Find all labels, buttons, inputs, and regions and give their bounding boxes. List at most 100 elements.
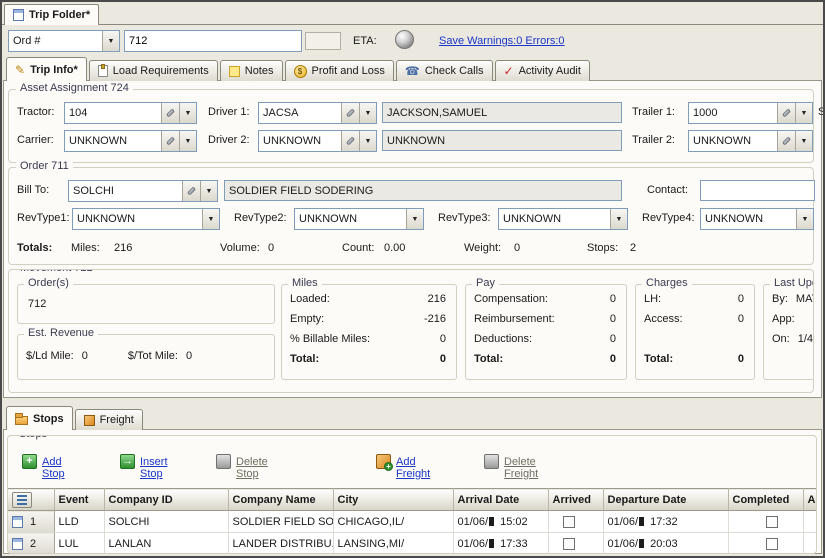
- order-number-type-value[interactable]: Ord #: [9, 31, 102, 51]
- col-city[interactable]: City: [333, 489, 453, 511]
- order-number-type-dropdown-button[interactable]: ▼: [102, 31, 119, 51]
- driver2-name-field[interactable]: UNKNOWN: [382, 130, 622, 151]
- cell-arrival-date[interactable]: 01/06/17:33: [453, 533, 548, 555]
- sort-button[interactable]: [12, 492, 32, 508]
- tab-load-requirements[interactable]: Load Requirements: [89, 60, 218, 81]
- cell-arrived[interactable]: [548, 511, 603, 533]
- trailer1-combo[interactable]: 1000 ▼: [688, 102, 813, 124]
- carrier-lookup-button[interactable]: [161, 131, 179, 151]
- cell-departure-date[interactable]: 01/06/20:03: [603, 533, 728, 555]
- carrier-combo[interactable]: UNKNOWN ▼: [64, 130, 197, 152]
- cell-arrived[interactable]: [548, 533, 603, 555]
- tractor-combo[interactable]: 104 ▼: [64, 102, 197, 124]
- billto-lookup-button[interactable]: [182, 181, 200, 201]
- insert-stop-icon[interactable]: →: [120, 454, 135, 469]
- cell-completed[interactable]: [728, 511, 803, 533]
- cell-company-id[interactable]: LANLAN: [104, 533, 228, 555]
- billto-dropdown-button[interactable]: ▼: [200, 181, 217, 201]
- revtype4-combo[interactable]: UNKNOWN ▼: [700, 208, 814, 230]
- trailer1-value[interactable]: 1000: [689, 103, 777, 123]
- tab-profit-and-loss[interactable]: $ Profit and Loss: [285, 60, 394, 81]
- trailer1-lookup-button[interactable]: [777, 103, 795, 123]
- driver2-lookup-button[interactable]: [341, 131, 359, 151]
- add-stop-icon[interactable]: +: [22, 454, 37, 469]
- completed-checkbox[interactable]: [766, 516, 778, 528]
- order-number-input[interactable]: [124, 30, 302, 52]
- carrier-dropdown-button[interactable]: ▼: [179, 131, 196, 151]
- order-number-type-combo[interactable]: Ord # ▼: [8, 30, 120, 52]
- cell-city[interactable]: CHICAGO,IL/: [333, 511, 453, 533]
- revtype1-combo[interactable]: UNKNOWN ▼: [72, 208, 220, 230]
- cell-city[interactable]: LANSING,MI/: [333, 533, 453, 555]
- save-warnings-link[interactable]: Save Warnings:0 Errors:0: [439, 35, 565, 47]
- driver1-lookup-button[interactable]: [341, 103, 359, 123]
- cell-company-name[interactable]: SOLDIER FIELD SO...: [228, 511, 333, 533]
- tab-activity-audit[interactable]: ✓ Activity Audit: [495, 60, 590, 81]
- col-completed[interactable]: Completed: [728, 489, 803, 511]
- revtype3-value[interactable]: UNKNOWN: [499, 209, 610, 229]
- col-arrived[interactable]: Arrived: [548, 489, 603, 511]
- col-company-id[interactable]: Company ID: [104, 489, 228, 511]
- arrived-checkbox[interactable]: [563, 538, 575, 550]
- driver1-dropdown-button[interactable]: ▼: [359, 103, 376, 123]
- driver1-combo[interactable]: JACSA ▼: [258, 102, 377, 124]
- revtype2-combo[interactable]: UNKNOWN ▼: [294, 208, 424, 230]
- cell-clipped[interactable]: [803, 533, 817, 555]
- driver2-value[interactable]: UNKNOWN: [259, 131, 341, 151]
- revtype1-dropdown-button[interactable]: ▼: [202, 209, 219, 229]
- row-header-2[interactable]: 2: [8, 533, 54, 555]
- driver2-dropdown-button[interactable]: ▼: [359, 131, 376, 151]
- tab-check-calls[interactable]: ☎ Check Calls: [396, 60, 493, 81]
- driver2-combo[interactable]: UNKNOWN ▼: [258, 130, 377, 152]
- billto-combo[interactable]: SOLCHI ▼: [68, 180, 218, 202]
- driver1-name-field[interactable]: JACKSON,SAMUEL: [382, 102, 622, 123]
- revtype1-value[interactable]: UNKNOWN: [73, 209, 202, 229]
- revtype2-dropdown-button[interactable]: ▼: [406, 209, 423, 229]
- revtype3-dropdown-button[interactable]: ▼: [610, 209, 627, 229]
- delete-stop-icon[interactable]: [216, 454, 231, 469]
- col-departure-date[interactable]: Departure Date: [603, 489, 728, 511]
- tractor-dropdown-button[interactable]: ▼: [179, 103, 196, 123]
- aux-field[interactable]: [305, 32, 341, 50]
- delete-freight-link[interactable]: Delete Freight: [504, 456, 538, 480]
- tractor-lookup-button[interactable]: [161, 103, 179, 123]
- trailer2-dropdown-button[interactable]: ▼: [795, 131, 812, 151]
- insert-stop-link[interactable]: Insert Stop: [140, 456, 168, 480]
- col-clipped[interactable]: A: [803, 489, 817, 511]
- col-company-name[interactable]: Company Name: [228, 489, 333, 511]
- cell-event[interactable]: LUL: [54, 533, 104, 555]
- add-stop-link[interactable]: Add Stop: [42, 456, 65, 480]
- cell-completed[interactable]: [728, 533, 803, 555]
- driver1-value[interactable]: JACSA: [259, 103, 341, 123]
- row-header-1[interactable]: 1: [8, 511, 54, 533]
- billto-name-field[interactable]: SOLDIER FIELD SODERING: [224, 180, 622, 201]
- carrier-value[interactable]: UNKNOWN: [65, 131, 161, 151]
- revtype3-combo[interactable]: UNKNOWN ▼: [498, 208, 628, 230]
- tractor-value[interactable]: 104: [65, 103, 161, 123]
- cell-company-name[interactable]: LANDER DISTRIBU...: [228, 533, 333, 555]
- revtype4-value[interactable]: UNKNOWN: [701, 209, 796, 229]
- revtype2-value[interactable]: UNKNOWN: [295, 209, 406, 229]
- completed-checkbox[interactable]: [766, 538, 778, 550]
- contact-input[interactable]: [700, 180, 815, 201]
- tab-stops[interactable]: Stops: [6, 406, 73, 430]
- arrived-checkbox[interactable]: [563, 516, 575, 528]
- tab-freight[interactable]: Freight: [75, 409, 143, 430]
- add-freight-icon[interactable]: +: [376, 454, 391, 469]
- tab-trip-info[interactable]: ✎ Trip Info*: [6, 57, 87, 81]
- cell-event[interactable]: LLD: [54, 511, 104, 533]
- delete-freight-icon[interactable]: [484, 454, 499, 469]
- col-event[interactable]: Event: [54, 489, 104, 511]
- trailer2-value[interactable]: UNKNOWN: [689, 131, 777, 151]
- col-arrival-date[interactable]: Arrival Date: [453, 489, 548, 511]
- revtype4-dropdown-button[interactable]: ▼: [796, 209, 813, 229]
- billto-value[interactable]: SOLCHI: [69, 181, 182, 201]
- delete-stop-link[interactable]: Delete Stop: [236, 456, 268, 480]
- cell-departure-date[interactable]: 01/06/17:32: [603, 511, 728, 533]
- add-freight-link[interactable]: Add Freight: [396, 456, 430, 480]
- trailer2-combo[interactable]: UNKNOWN ▼: [688, 130, 813, 152]
- trip-folder-tab[interactable]: Trip Folder*: [4, 4, 99, 25]
- grid-corner-header[interactable]: [8, 489, 54, 511]
- cell-arrival-date[interactable]: 01/06/15:02: [453, 511, 548, 533]
- trailer1-dropdown-button[interactable]: ▼: [795, 103, 812, 123]
